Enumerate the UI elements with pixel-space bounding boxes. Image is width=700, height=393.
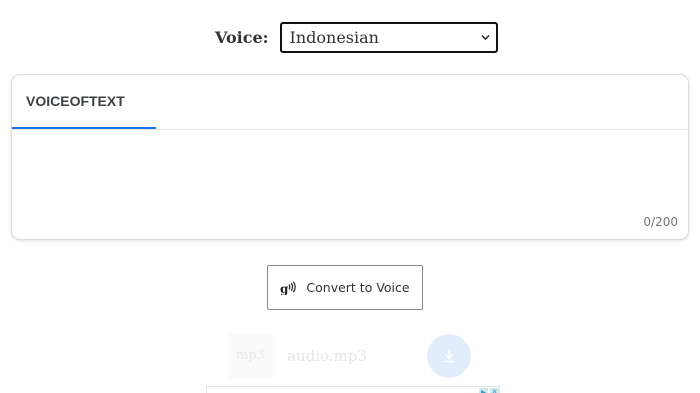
convert-button-label: Convert to Voice <box>306 280 410 295</box>
ad-choices-icon[interactable] <box>479 388 488 393</box>
file-type-label: mp3 <box>236 348 265 363</box>
audio-file-name: audio.mp3 <box>287 346 367 365</box>
chevron-down-icon <box>481 35 489 40</box>
svg-text:g: g <box>280 282 289 295</box>
tab-voiceoftext[interactable]: VOICEOFTEXT <box>12 75 156 129</box>
page: Voice: Indonesian VOICEOFTEXT 0/200 g Co… <box>0 0 700 393</box>
file-type-thumbnail: mp3 <box>228 333 273 378</box>
audio-result-row: mp3 audio.mp3 <box>228 333 471 378</box>
ad-banner[interactable]: ✕ <box>206 386 500 393</box>
ad-controls: ✕ <box>477 388 499 393</box>
voice-label: Voice: <box>215 28 269 47</box>
text-input-card: VOICEOFTEXT 0/200 <box>12 75 688 239</box>
close-icon[interactable]: ✕ <box>490 388 499 393</box>
tab-label: VOICEOFTEXT <box>26 93 125 109</box>
voice-selector-row: Voice: Indonesian <box>215 22 498 53</box>
character-counter: 0/200 <box>643 215 678 229</box>
download-icon <box>443 348 455 362</box>
speaking-head-icon: g <box>280 280 298 295</box>
convert-to-voice-button[interactable]: g Convert to Voice <box>267 265 423 310</box>
tab-divider <box>12 129 688 130</box>
download-button[interactable] <box>427 333 471 378</box>
voice-select[interactable]: Indonesian <box>279 22 498 53</box>
text-input[interactable] <box>14 131 686 219</box>
voice-select-value: Indonesian <box>289 28 379 47</box>
